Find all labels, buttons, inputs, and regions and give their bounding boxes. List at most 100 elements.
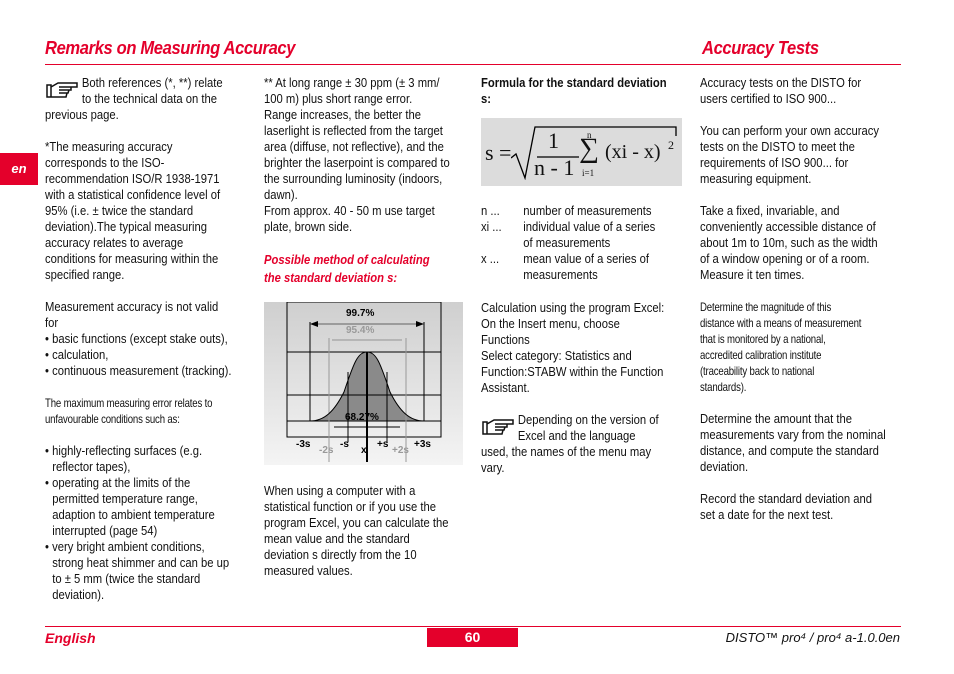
method-heading: Possible method of calculating the stand… <box>264 251 448 287</box>
text-line: You can perform your own accuracy <box>700 124 880 138</box>
label-95-4: 95.4% <box>346 325 374 336</box>
text-line: When using a computer with a <box>264 484 416 498</box>
tick-label: +s <box>377 439 389 450</box>
text-line: specified range. <box>45 268 125 282</box>
text-line: Excel and the language <box>517 429 636 443</box>
text-line: requirements of ISO 900... for <box>700 156 849 170</box>
text-line: accredited calibration institute <box>700 348 822 362</box>
formula-numerator: 1 <box>548 128 559 153</box>
column-excel-note: Depending on the version of Excel and the… <box>481 412 678 476</box>
text-line: plate, brown side. <box>264 220 353 234</box>
text-line: • operating at the limits of the <box>45 476 191 490</box>
text-line: interrupted (page 54) <box>52 524 158 538</box>
text-line: Record the standard deviation and <box>700 492 872 506</box>
text-line: 95% (i.e. ± twice the standard <box>45 204 194 218</box>
text-line: corresponds to the ISO- <box>45 156 165 170</box>
column-accuracy-tests: Accuracy tests on the DISTO for users cer… <box>700 75 906 523</box>
legend-desc: measurements <box>523 268 598 282</box>
text-line: • calculation, <box>45 348 109 362</box>
text-line: Determine the magnitude of this <box>700 300 832 314</box>
legend-desc: individual value of a series <box>523 220 656 234</box>
text-line: adaption to ambient temperature <box>52 508 215 522</box>
text-line: previous page. <box>45 108 119 122</box>
text-line <box>45 123 233 139</box>
text-line: statistical function or if you use the <box>264 500 436 514</box>
text-line: set a date for the next test. <box>700 508 834 522</box>
text-line: laserlight is reflected from the target <box>264 124 443 138</box>
text-line: for <box>45 316 59 330</box>
text-line: brighter the laserpoint is compared to <box>264 156 450 170</box>
text-line: to the technical data on the <box>81 92 218 106</box>
tick-label: -2s <box>319 445 334 456</box>
legend-symbol: x ... <box>481 252 500 266</box>
column-remarks: Both references (*, **) relate to the tec… <box>45 75 254 603</box>
text-line: permitted temperature range, <box>52 492 198 506</box>
text-line: Range increases, the better the <box>264 108 421 122</box>
text-line: to ± 5 mm (twice the standard <box>52 572 201 586</box>
text-line: distance, and compute the standard <box>700 444 879 458</box>
text-line: deviation). <box>52 588 105 602</box>
text-line: distance with a means of measurement <box>700 316 862 330</box>
text-line: deviation. <box>700 460 749 474</box>
text-line: measurements vary from the nominal <box>700 428 886 442</box>
footer-language: English <box>45 630 96 646</box>
text-line: program Excel, you can calculate the <box>264 516 449 530</box>
normal-distribution-diagram: 99.7% 95.4% 68.27% -3s -2s -s x +s +2s +… <box>264 302 463 465</box>
text-line: tests on the DISTO to meet the <box>700 140 855 154</box>
text-line: Accuracy tests on the DISTO for <box>700 76 862 90</box>
tick-label: -s <box>340 439 349 450</box>
text-line: conditions for measuring within the <box>45 252 219 266</box>
text-line: conveniently accessible distance of <box>700 220 876 234</box>
text-line: users certified to ISO 900... <box>700 92 837 106</box>
text-line <box>45 427 233 443</box>
text-line: used, the names of the menu may <box>481 445 652 459</box>
text-line: On the Insert menu, choose <box>481 317 620 331</box>
text-line: Function:STABW within the Function <box>481 365 664 379</box>
text-line: • very bright ambient conditions, <box>45 540 205 554</box>
section-title-remarks: Remarks on Measuring Accuracy <box>45 38 296 58</box>
text-line: 100 m) plus short range error. <box>264 92 413 106</box>
text-line <box>45 283 233 299</box>
text-line: • continuous measurement (tracking). <box>45 364 232 378</box>
formula-denominator: n - 1 <box>534 155 575 180</box>
text-line: Measure it ten times. <box>700 268 805 282</box>
text-line: deviation s directly from the 10 <box>264 548 417 562</box>
tick-label: x <box>361 445 367 456</box>
label-99-7: 99.7% <box>346 308 374 319</box>
text-line: Determine the amount that the <box>700 412 852 426</box>
text-line: • basic functions (except stake outs), <box>45 332 228 346</box>
std-deviation-formula: s = 1 n - 1 n ∑ i=1 (xi - x) 2 <box>481 118 682 186</box>
text-line: accuracy relates to average <box>45 236 184 250</box>
legend-symbol: n ... <box>481 204 500 218</box>
formula-lhs: s = <box>485 140 512 165</box>
column-long-range: ** At long range ± 30 ppm (± 3 mm/100 m)… <box>264 75 470 235</box>
text-line: Take a fixed, invariable, and <box>700 204 840 218</box>
text-line: measured values. <box>264 564 353 578</box>
text-line: reflector tapes), <box>52 460 131 474</box>
formula-heading: Formula for the standard deviation s: <box>481 75 687 107</box>
legend-desc: number of measurements <box>523 204 652 218</box>
formula-exponent: 2 <box>668 138 674 152</box>
column-computer-method: When using a computer with a statistical … <box>264 483 469 579</box>
text-line: Functions <box>481 333 530 347</box>
text-line: deviation).The typical measuring <box>45 220 207 234</box>
formula-heading-line: Formula for the standard deviation <box>481 76 667 90</box>
text-line: Select category: Statistics and <box>481 349 632 363</box>
text-line <box>700 395 886 411</box>
formula-heading-line: s: <box>481 92 492 106</box>
method-heading-line: Possible method of calculating <box>264 253 430 267</box>
text-line: that is monitored by a national, <box>700 332 826 346</box>
text-line: From approx. 40 - 50 m use target <box>264 204 435 218</box>
text-line: Both references (*, **) relate <box>81 76 223 90</box>
tick-label: +2s <box>392 445 409 456</box>
method-heading-line: the standard deviation s: <box>264 271 398 285</box>
legend-symbol: xi ... <box>481 220 502 234</box>
sum-lower: i=1 <box>582 168 595 178</box>
text-line: *The measuring accuracy <box>45 140 173 154</box>
manual-page: { "header":{"left_title":"Remarks on Mea… <box>0 0 954 674</box>
text-line: ** At long range ± 30 ppm (± 3 mm/ <box>264 76 440 90</box>
tick-label: -3s <box>296 439 311 450</box>
formula-legend: n ... number of measurements xi ... indivi… <box>481 203 675 283</box>
tick-label: +3s <box>414 439 431 450</box>
text-line: recommendation ISO/R 1938-1971 <box>45 172 220 186</box>
